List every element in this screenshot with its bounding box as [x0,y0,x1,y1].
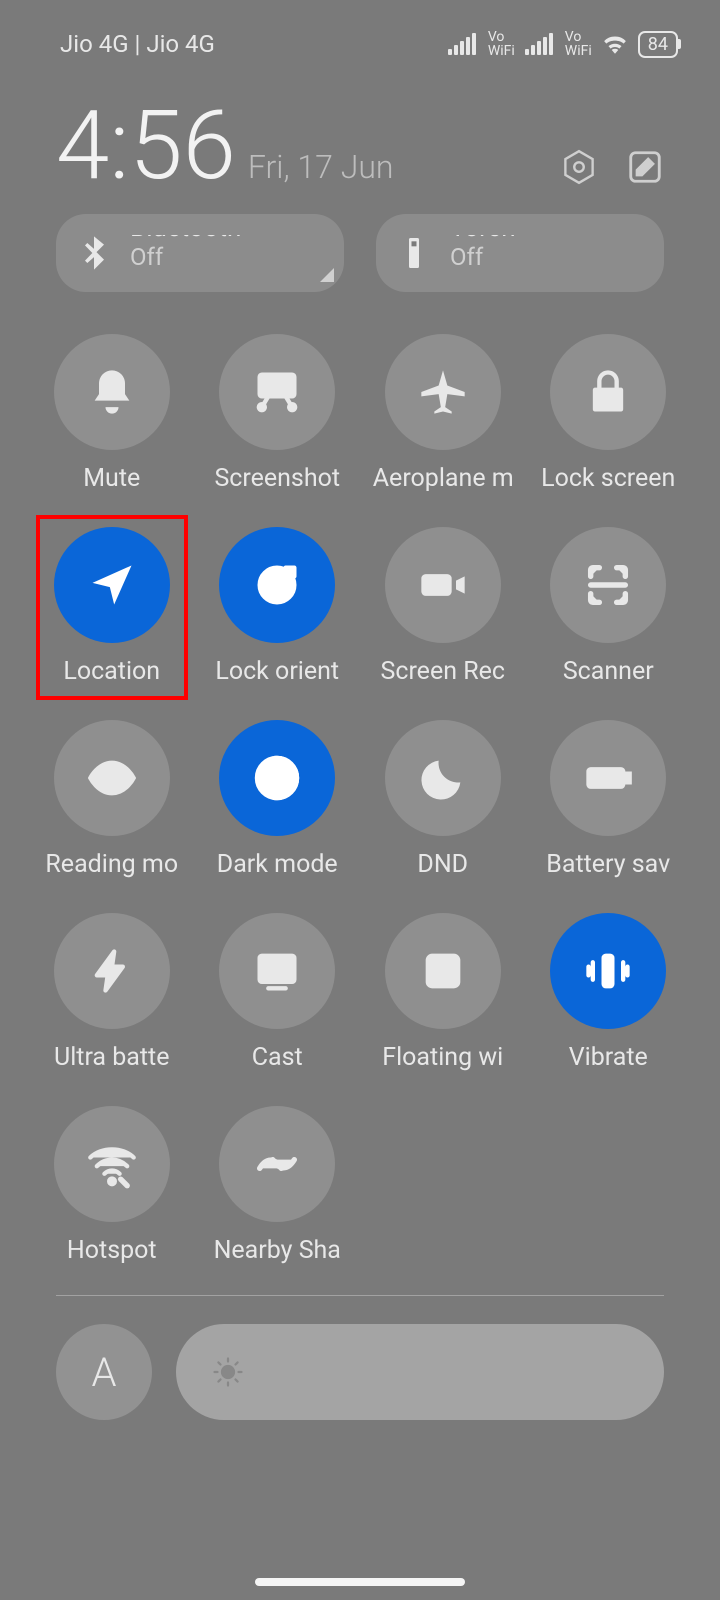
battery-icon [582,752,634,804]
floating-icon [417,945,469,997]
wifi-icon [602,34,628,54]
torch-status: Off [450,243,516,271]
tile-label: Screen Rec [373,657,513,686]
settings-icon[interactable] [560,148,598,186]
brightness-slider[interactable] [176,1324,664,1420]
cast-tile[interactable]: Cast [206,913,350,1072]
tile-label: Ultra batte [42,1043,182,1072]
lock-icon [582,366,634,418]
sun-icon [210,1354,246,1390]
location-icon [86,559,138,611]
hotspot-icon [86,1138,138,1190]
quick-settings-grid: Mute Screenshot Aeroplane m Lock screen … [0,292,720,1265]
nav-handle[interactable] [255,1578,465,1586]
location-tile[interactable]: Location [40,527,184,686]
vibrate-icon [582,945,634,997]
tile-label: Floating wi [373,1043,513,1072]
brightness-row: A [0,1296,720,1420]
vowifi-label-1: VoWiFi [488,30,515,58]
status-icons: VoWiFi VoWiFi 84 [448,30,678,58]
edit-icon[interactable] [626,148,664,186]
tile-label: Reading mo [42,850,182,879]
dnd-tile[interactable]: DND [371,720,515,879]
tile-label: Screenshot [207,464,347,493]
tile-label: Aeroplane m [373,464,513,493]
clock-date: Fri, 17 Jun [248,148,394,194]
torch-title: Torch [450,235,516,243]
expand-corner-icon [320,268,334,282]
screenshot-tile[interactable]: Screenshot [206,334,350,493]
nearby-share-tile[interactable]: Nearby Sha [206,1106,350,1265]
signal-icon [448,33,476,55]
tile-label: Nearby Sha [207,1236,347,1265]
floating-window-tile[interactable]: Floating wi [371,913,515,1072]
bluetooth-status: Off [130,243,241,271]
battery-indicator: 84 [638,31,678,58]
signal-icon-2 [525,33,553,55]
tile-label: Location [42,657,182,686]
video-icon [417,559,469,611]
scan-icon [582,559,634,611]
mute-tile[interactable]: Mute [40,334,184,493]
bluetooth-icon [74,233,114,273]
screenshot-icon [251,366,303,418]
carrier-label: Jio 4G | Jio 4G [60,30,215,58]
lock-screen-tile[interactable]: Lock screen [537,334,681,493]
tile-label: Cast [207,1043,347,1072]
bell-icon [86,366,138,418]
airplane-icon [417,366,469,418]
lock-orientation-tile[interactable]: Lock orient [206,527,350,686]
clock-time: 4:56 [56,98,236,194]
moon-icon [417,752,469,804]
battery-saver-tile[interactable]: Battery sav [537,720,681,879]
nearby-icon [251,1138,303,1190]
tile-label: Scanner [538,657,678,686]
tile-label: Battery sav [538,850,678,879]
eye-icon [86,752,138,804]
reading-mode-tile[interactable]: Reading mo [40,720,184,879]
status-bar: Jio 4G | Jio 4G VoWiFi VoWiFi 84 [0,0,720,58]
hotspot-tile[interactable]: Hotspot [40,1106,184,1265]
tile-label: Mute [42,464,182,493]
auto-brightness-button[interactable]: A [56,1324,152,1420]
bluetooth-tile[interactable]: Bluetooth Off [56,214,344,292]
clock-row: 4:56 Fri, 17 Jun [0,58,720,194]
tile-label: Hotspot [42,1236,182,1265]
cast-icon [251,945,303,997]
contrast-icon [251,752,303,804]
bluetooth-title: Bluetooth [130,235,241,243]
vibrate-tile[interactable]: Vibrate [537,913,681,1072]
wide-tiles: Bluetooth Off Torch Off [0,194,720,292]
ultra-battery-tile[interactable]: Ultra batte [40,913,184,1072]
tile-label: Vibrate [538,1043,678,1072]
screen-recorder-tile[interactable]: Screen Rec [371,527,515,686]
battery-level: 84 [648,34,668,55]
tile-label: Lock orient [207,657,347,686]
dark-mode-tile[interactable]: Dark mode [206,720,350,879]
vowifi-label-2: VoWiFi [565,30,592,58]
tile-label: DND [373,850,513,879]
tile-label: Dark mode [207,850,347,879]
scanner-tile[interactable]: Scanner [537,527,681,686]
bolt-icon [86,945,138,997]
torch-tile[interactable]: Torch Off [376,214,664,292]
lock-rotate-icon [251,559,303,611]
auto-label: A [92,1349,117,1396]
tile-label: Lock screen [538,464,678,493]
torch-icon [394,233,434,273]
aeroplane-tile[interactable]: Aeroplane m [371,334,515,493]
